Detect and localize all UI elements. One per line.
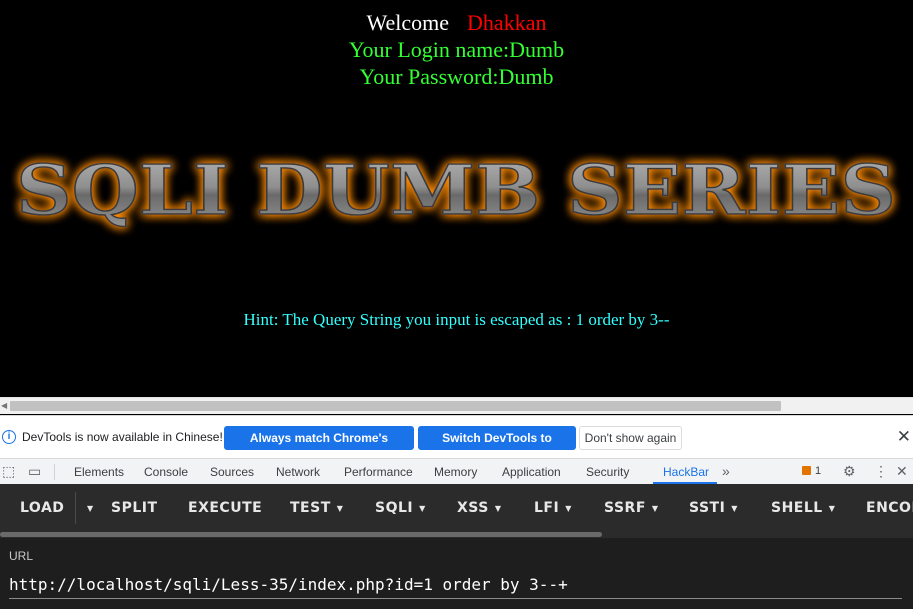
- sqli-dumb-series-banner: SQLI DUMB SERIES: [15, 150, 896, 232]
- banner-text: SQLI DUMB SERIES: [16, 151, 896, 231]
- caret-down-icon: ▼: [565, 503, 572, 513]
- close-icon[interactable]: ✕: [897, 427, 911, 447]
- ssti-label: SSTI: [689, 500, 726, 516]
- close-icon[interactable]: ✕: [896, 463, 908, 480]
- devtools-language-infobar: i DevTools is now available in Chinese! …: [0, 415, 913, 467]
- tab-sources[interactable]: Sources: [210, 465, 254, 479]
- infobar-message: DevTools is now available in Chinese!: [22, 430, 223, 444]
- toolbar-divider: [75, 492, 76, 524]
- ssrf-label: SSRF: [604, 500, 646, 516]
- test-menu[interactable]: TEST ▼: [290, 500, 343, 516]
- dont-show-again-button[interactable]: Don't show again: [579, 426, 682, 450]
- info-icon: i: [2, 430, 16, 444]
- scrollbar-thumb[interactable]: [10, 401, 781, 411]
- devtools-tabbar: ⬚ ▭ Elements Console Sources Network Per…: [0, 458, 913, 484]
- tab-performance[interactable]: Performance: [344, 465, 413, 479]
- scroll-left-icon[interactable]: ◀: [1, 401, 7, 410]
- caret-down-icon: ▼: [336, 503, 344, 513]
- device-toolbar-icon[interactable]: ▭: [28, 463, 41, 480]
- execute-button[interactable]: EXECUTE: [188, 500, 262, 516]
- password-text: Your Password:Dumb: [359, 64, 554, 89]
- sqli-label: SQLI: [375, 500, 414, 516]
- lfi-menu[interactable]: LFI ▼: [534, 500, 572, 516]
- shell-label: SHELL: [771, 500, 823, 516]
- welcome-line: Welcome Dhakkan: [0, 10, 913, 36]
- page-horizontal-scrollbar[interactable]: ◀: [0, 397, 913, 414]
- welcome-label: Welcome: [366, 10, 450, 35]
- caret-down-icon: ▼: [828, 503, 836, 513]
- scrollbar-thumb[interactable]: [0, 532, 602, 537]
- xss-menu[interactable]: XSS ▼: [457, 500, 502, 516]
- caret-down-icon: ▼: [651, 503, 659, 513]
- welcome-username: Dhakkan: [467, 10, 547, 35]
- ssrf-menu[interactable]: SSRF ▼: [604, 500, 659, 516]
- tab-memory[interactable]: Memory: [434, 465, 477, 479]
- always-match-language-button[interactable]: Always match Chrome's language: [224, 426, 414, 467]
- url-input[interactable]: [9, 571, 902, 599]
- test-label: TEST: [290, 500, 331, 516]
- issues-count[interactable]: 1: [815, 465, 821, 477]
- toolbar-divider: [54, 464, 55, 480]
- caret-down-icon: ▼: [419, 503, 426, 513]
- page-content: Welcome Dhakkan Your Login name:Dumb Your…: [0, 0, 913, 397]
- sqli-menu[interactable]: SQLI ▼: [375, 500, 426, 516]
- tab-hackbar[interactable]: HackBar: [663, 465, 709, 479]
- split-button[interactable]: SPLIT: [111, 500, 158, 516]
- url-label: URL: [9, 549, 34, 563]
- tab-console[interactable]: Console: [144, 465, 188, 479]
- caret-down-icon: ▼: [494, 503, 502, 513]
- hint-text: Hint: The Query String you input is esca…: [243, 310, 670, 329]
- shell-menu[interactable]: SHELL ▼: [771, 500, 835, 516]
- caret-down-icon: ▼: [87, 503, 94, 513]
- hackbar-url-panel: URL: [0, 538, 913, 609]
- caret-down-icon: ▼: [731, 503, 738, 513]
- login-name-text: Your Login name:Dumb: [348, 37, 565, 62]
- encode-menu[interactable]: ENCOD: [866, 500, 913, 516]
- tab-elements[interactable]: Elements: [74, 465, 124, 479]
- tab-application[interactable]: Application: [502, 465, 561, 479]
- gear-icon[interactable]: ⚙: [843, 463, 856, 480]
- ssti-menu[interactable]: SSTI ▼: [689, 500, 738, 516]
- switch-devtools-chinese-button[interactable]: Switch DevTools to Chinese: [418, 426, 576, 467]
- issues-icon[interactable]: [802, 466, 811, 475]
- xss-label: XSS: [457, 500, 489, 516]
- tab-network[interactable]: Network: [276, 465, 320, 479]
- load-button[interactable]: LOAD: [20, 500, 64, 516]
- kebab-menu-icon[interactable]: ⋮: [874, 463, 888, 480]
- hackbar-toolbar: LOAD ▼ SPLIT EXECUTE TEST ▼ SQLI ▼ XSS ▼ LF…: [0, 484, 913, 532]
- tab-security[interactable]: Security: [586, 465, 629, 479]
- load-options-dropdown[interactable]: ▼: [81, 500, 94, 516]
- lfi-label: LFI: [534, 500, 560, 516]
- chevron-double-right-icon[interactable]: »: [722, 463, 730, 479]
- inspect-element-icon[interactable]: ⬚: [2, 463, 15, 480]
